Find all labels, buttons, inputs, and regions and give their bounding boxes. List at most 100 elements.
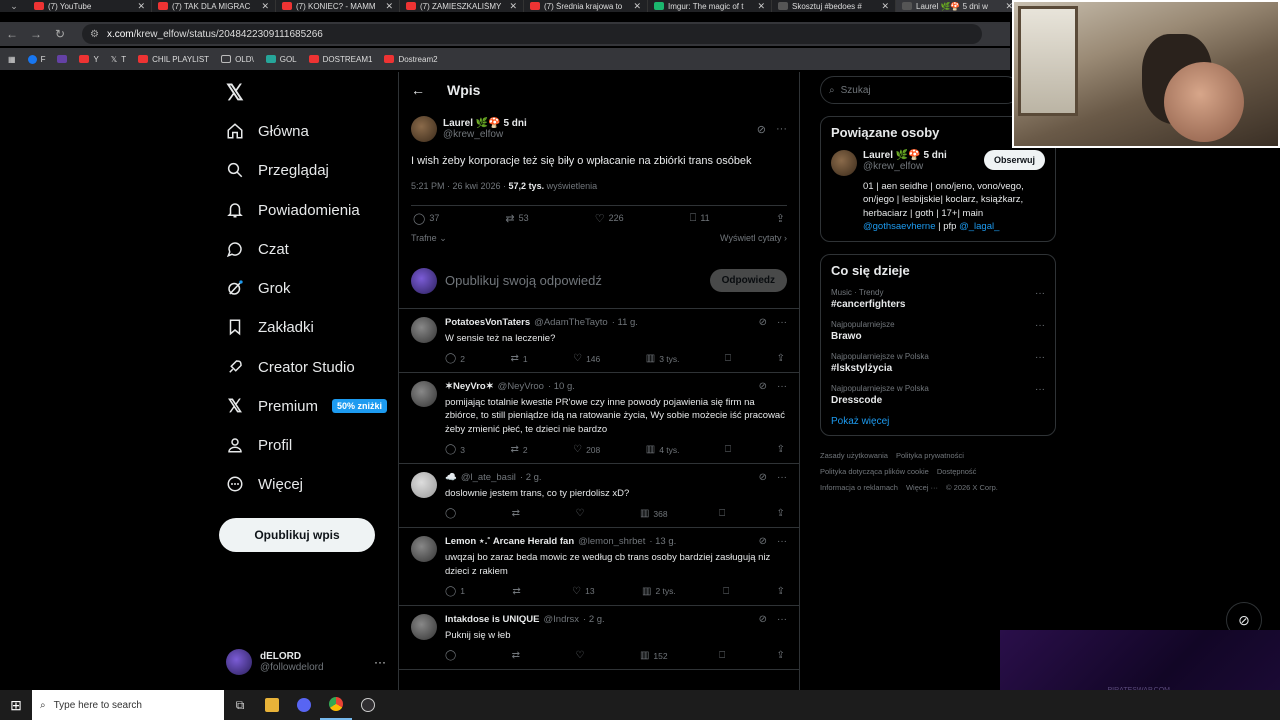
avatar[interactable]	[831, 150, 857, 176]
chrome-icon[interactable]	[320, 690, 352, 720]
bio-link[interactable]: @gothsaevherne	[863, 221, 936, 232]
share-button[interactable]: ⇪	[777, 586, 785, 597]
grok-icon[interactable]: ⊘	[759, 614, 767, 625]
reply-item[interactable]: ✶NeyVro✶ @NeyVroo · 10 g. ⊘ ··· pomijając to…	[399, 373, 799, 465]
close-icon[interactable]: ✕	[509, 1, 517, 12]
close-icon[interactable]: ✕	[881, 1, 889, 12]
share-button[interactable]: ⇪	[776, 212, 785, 225]
bookmark-button[interactable]: ⎕	[725, 353, 731, 364]
reply-item[interactable]: PotatoesVonTaters @AdamTheTayto · 11 g. ⊘ ··…	[399, 309, 799, 374]
share-button[interactable]: ⇪	[777, 444, 785, 455]
nav-item-explore[interactable]: Przeglądaj	[226, 157, 329, 183]
browser-tab[interactable]: Imgur: The magic of t ✕	[648, 0, 772, 12]
close-icon[interactable]: ✕	[137, 1, 145, 12]
sort-dropdown[interactable]: Trafne ⌄	[411, 233, 447, 244]
bio-link[interactable]: @_lagal_	[959, 221, 999, 232]
forward-arrow-icon[interactable]: →	[24, 27, 48, 41]
more-dots-icon[interactable]: ···	[777, 381, 787, 392]
reply-item[interactable]: ☁️ @l_ate_basil · 2 g. ⊘ ··· doslownie jeste…	[399, 464, 799, 529]
account-switcher[interactable]: dELORD @followdelord ···	[226, 646, 386, 678]
nav-item-more[interactable]: Więcej	[226, 471, 303, 497]
close-icon[interactable]: ✕	[261, 1, 269, 12]
back-arrow-icon[interactable]: ←	[411, 82, 425, 98]
browser-tab[interactable]: (7) KONIEC? - MAMM ✕	[276, 0, 400, 12]
task-view-icon[interactable]: ⧉	[224, 690, 256, 720]
repost-button[interactable]: ⇄ 2	[510, 444, 527, 455]
share-button[interactable]: ⇪	[777, 508, 785, 519]
bookmark-x[interactable]: 𝕏T	[111, 55, 126, 64]
avatar[interactable]	[411, 472, 437, 499]
reply-item[interactable]: Lemon ⋆.˚ Arcane Herald fan @lemon_shrbet…	[399, 528, 799, 606]
nav-item-bookmarks[interactable]: Zakładki	[226, 314, 314, 340]
nav-item-grok[interactable]: Grok	[226, 275, 291, 301]
grok-icon[interactable]: ⊘	[759, 317, 767, 328]
more-dots-icon[interactable]: ···	[1035, 320, 1045, 331]
search-input[interactable]: ⌕ Szukaj	[820, 76, 1020, 104]
reply-button[interactable]: ◯	[445, 508, 460, 519]
url-field[interactable]: ⚙ x.com/krew_elfow/status/20484223091116…	[82, 24, 982, 44]
browser-tab[interactable]: (7) ZAMIESZKALIŚMY ✕	[400, 0, 524, 12]
show-quotes-link[interactable]: Wyświetl cytaty ›	[720, 233, 787, 244]
post-author-handle[interactable]: @krew_elfow	[443, 129, 527, 140]
repost-button[interactable]: ⇄	[512, 650, 524, 661]
nav-item-notifications[interactable]: Powiadomienia	[226, 197, 360, 223]
avatar[interactable]	[411, 381, 437, 408]
nav-item-profile[interactable]: Profil	[226, 432, 292, 458]
obs-icon[interactable]	[352, 690, 384, 720]
bookmark-old[interactable]: OLD\	[221, 55, 254, 64]
site-info-icon[interactable]: ⚙	[90, 29, 99, 40]
follow-button[interactable]: Obserwuj	[983, 150, 1045, 170]
avatar[interactable]	[411, 116, 437, 142]
like-button[interactable]: ♡ 208	[573, 444, 600, 455]
show-more-link[interactable]: Pokaż więcej	[831, 416, 1045, 427]
share-button[interactable]: ⇪	[777, 353, 785, 364]
reply-button[interactable]: ◯ 3	[445, 444, 465, 455]
windows-start-icon[interactable]: ⊞	[0, 697, 32, 714]
bookmark-gol[interactable]: GOL	[265, 55, 297, 64]
bookmark-youtube[interactable]: Y	[79, 55, 99, 64]
more-dots-icon[interactable]: ···	[1035, 352, 1045, 363]
repost-button[interactable]: ⇄ 1	[510, 353, 527, 364]
tab-search-icon[interactable]: ⌄	[0, 0, 28, 12]
views-button[interactable]: ▥ 3 tys.	[646, 353, 680, 364]
close-icon[interactable]: ✕	[757, 1, 765, 12]
more-dots-icon[interactable]: ···	[777, 536, 787, 547]
repost-button[interactable]: ⇄ 53	[505, 212, 528, 225]
avatar[interactable]	[411, 536, 437, 563]
reply-button[interactable]: ◯ 2	[445, 353, 465, 364]
like-button[interactable]: ♡	[576, 508, 589, 519]
views-button[interactable]: ▥ 4 tys.	[646, 444, 680, 455]
bookmark-button[interactable]: ⎕	[719, 650, 725, 661]
avatar[interactable]	[411, 613, 437, 640]
browser-tab[interactable]: (7) TAK DLA MIGRAC ✕	[152, 0, 276, 12]
nav-item-chat[interactable]: Czat	[226, 236, 289, 262]
bookmark-button[interactable]: ⎕ 11	[690, 212, 710, 225]
nav-item-creator-studio[interactable]: Creator Studio	[226, 354, 355, 380]
browser-tab[interactable]: Skosztuj #bedoes # ✕	[772, 0, 896, 12]
trend-item[interactable]: Najpopularniejsze w Polska #lskstylżycia ·…	[831, 352, 1045, 374]
share-button[interactable]: ⇪	[777, 650, 785, 661]
nav-item-premium[interactable]: 𝕏 Premium 50% zniżki	[226, 393, 388, 419]
bookmark-button[interactable]: ⎕	[725, 444, 731, 455]
like-button[interactable]: ♡ 226	[595, 212, 624, 225]
bookmark-dostream2[interactable]: Dostream2	[384, 55, 438, 64]
grok-icon[interactable]: ⊘	[759, 472, 767, 483]
bookmark-button[interactable]: ⎕	[723, 586, 729, 597]
bookmark-twitch[interactable]	[57, 55, 68, 63]
trend-item[interactable]: Najpopularniejsze Brawo ···	[831, 320, 1045, 342]
browser-tab[interactable]: (7) Średnia krajowa to ✕	[524, 0, 648, 12]
views-button[interactable]: ▥ 2 tys.	[642, 586, 676, 597]
post-author-name[interactable]: Laurel 🌿🍄 5 dni	[443, 118, 527, 129]
more-dots-icon[interactable]: ···	[777, 614, 787, 625]
discord-icon[interactable]	[288, 690, 320, 720]
like-button[interactable]: ♡ 13	[572, 586, 594, 597]
taskbar-search-input[interactable]: ⌕ Type here to search	[32, 690, 224, 720]
more-dots-icon[interactable]: ···	[374, 655, 386, 669]
more-dots-icon[interactable]: ···	[777, 472, 787, 483]
reply-button[interactable]: ◯ 1	[445, 586, 465, 597]
reply-submit-button[interactable]: Odpowiedz	[709, 269, 787, 293]
close-icon[interactable]: ✕	[385, 1, 393, 12]
more-dots-icon[interactable]: ···	[777, 317, 787, 328]
browser-tab-active[interactable]: Laurel 🌿🍄 5 dni w ✕	[896, 0, 1020, 12]
bookmark-dostream1[interactable]: DOSTREAM1	[308, 55, 372, 64]
